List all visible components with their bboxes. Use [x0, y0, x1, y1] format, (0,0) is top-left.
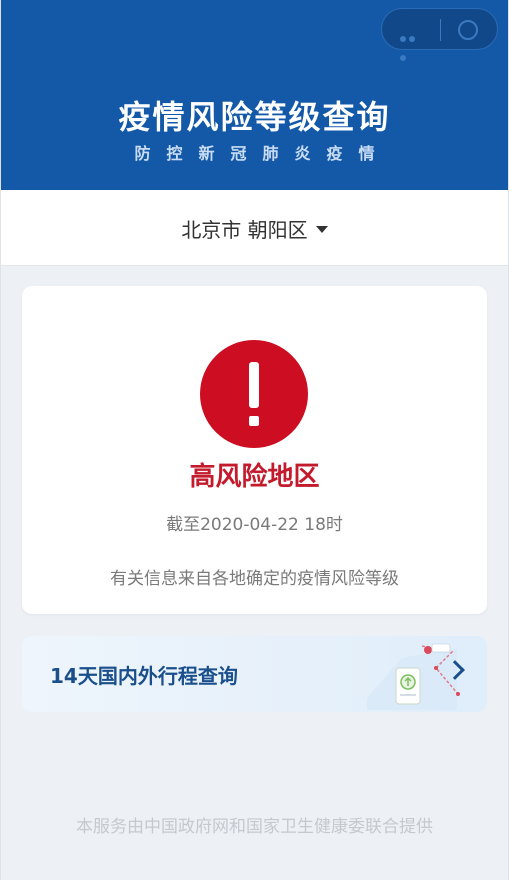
more-icon[interactable]: [400, 27, 424, 61]
capsule-divider: [440, 19, 441, 41]
itinerary-query-banner[interactable]: 14天国内外行程查询: [22, 636, 487, 712]
data-source-note: 有关信息来自各地确定的疫情风险等级: [110, 569, 399, 589]
page-subtitle: 防控新冠肺炎疫情: [134, 144, 391, 163]
exclamation-dot: [249, 416, 259, 426]
risk-result-card: 高风险地区 截至2020-04-22 18时 有关信息来自各地确定的疫情风险等级: [22, 286, 487, 614]
update-time: 截至2020-04-22 18时: [166, 515, 343, 535]
location-selector-bar: 北京市 朝阳区: [0, 190, 509, 266]
exclamation-bar: [249, 362, 259, 408]
travel-map-illustration: [367, 643, 460, 710]
risk-level: 高风险地区: [189, 462, 320, 492]
itinerary-query-label: 14天国内外行程查询: [50, 664, 238, 688]
footer-credit: 本服务由中国政府网和国家卫生健康委联合提供: [76, 817, 433, 837]
exclamation-alert-icon: [200, 340, 308, 448]
mini-program-capsule[interactable]: [381, 8, 498, 61]
page-title: 疫情风险等级查询: [118, 98, 391, 136]
close-icon[interactable]: [458, 20, 478, 40]
location-label: 北京市 朝阳区: [181, 218, 308, 242]
header: 疫情风险等级查询 防控新冠肺炎疫情: [0, 0, 509, 190]
location-selector[interactable]: 北京市 朝阳区: [0, 214, 509, 243]
caret-down-icon: [315, 226, 328, 233]
